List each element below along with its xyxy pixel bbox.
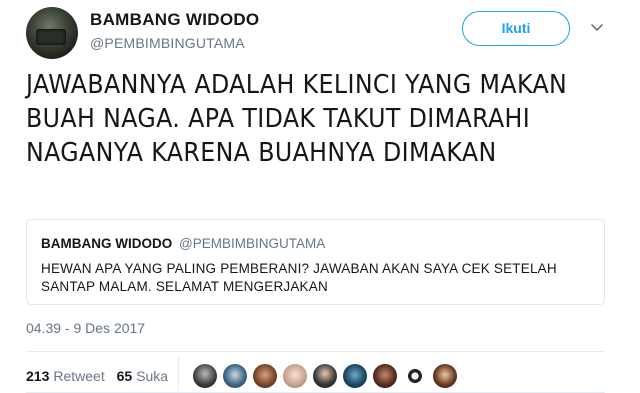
like-count: 65	[116, 368, 133, 384]
quoted-tweet-handle: @PEMBIMBINGUTAMA	[179, 236, 326, 251]
author-handle[interactable]: @PEMBIMBINGUTAMA	[90, 35, 245, 51]
retweet-label: Retweet	[53, 368, 105, 384]
like-stat[interactable]: 65 Suka	[117, 368, 169, 384]
stats-separator	[178, 355, 179, 391]
liker-avatar[interactable]	[283, 364, 307, 388]
liker-avatar[interactable]	[313, 364, 337, 388]
quoted-tweet-header: BAMBANG WIDODO @PEMBIMBINGUTAMA	[41, 236, 325, 251]
quoted-tweet-display-name: BAMBANG WIDODO	[41, 236, 173, 251]
quoted-tweet-text: HEWAN APA YANG PALING PEMBERANI? JAWABAN…	[41, 261, 557, 294]
author-avatar[interactable]	[26, 7, 78, 59]
liker-avatar[interactable]	[403, 364, 427, 388]
tweet-text: JAWABANNYA ADALAH KELINCI YANG MAKAN BUA…	[26, 70, 568, 168]
liker-avatar[interactable]	[253, 364, 277, 388]
liker-avatar[interactable]	[373, 364, 397, 388]
tweet-timestamp[interactable]: 04.39 - 9 Des 2017	[26, 320, 145, 336]
author-display-name[interactable]: BAMBANG WIDODO	[90, 10, 259, 30]
follow-button[interactable]: Ikuti	[462, 11, 570, 46]
liker-avatar[interactable]	[193, 364, 217, 388]
retweet-count: 213	[26, 368, 50, 384]
chevron-down-icon[interactable]	[589, 20, 605, 36]
liker-avatar[interactable]	[433, 364, 457, 388]
like-label: Suka	[136, 368, 169, 384]
divider	[26, 351, 605, 352]
retweet-stat[interactable]: 213 Retweet	[26, 368, 105, 384]
quoted-tweet[interactable]: BAMBANG WIDODO @PEMBIMBINGUTAMA HEWAN AP…	[26, 219, 605, 305]
liker-avatar[interactable]	[343, 364, 367, 388]
liker-avatar[interactable]	[223, 364, 247, 388]
engagement-stats: 213 Retweet 65 Suka	[26, 368, 176, 384]
